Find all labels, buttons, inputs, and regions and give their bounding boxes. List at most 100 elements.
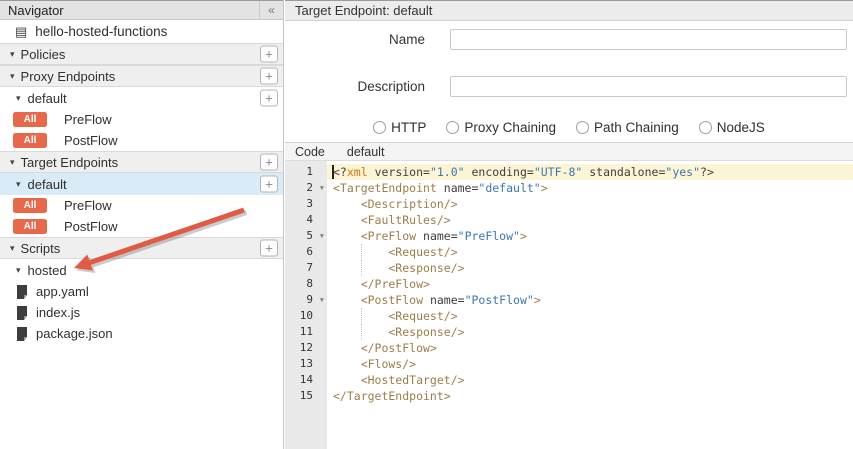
navigator-header: Navigator « <box>0 0 283 20</box>
proxy-name-label: hello-hosted-functions <box>35 24 167 39</box>
code-line[interactable]: 9▼ <PostFlow name="PostFlow"> <box>285 292 853 308</box>
file-icon <box>16 327 28 341</box>
line-number[interactable]: 13 <box>285 356 327 372</box>
code-line[interactable]: 4 <FaultRules/> <box>285 212 853 228</box>
chevron-down-icon[interactable]: ▾ <box>16 266 21 275</box>
chevron-down-icon[interactable]: ▾ <box>10 158 15 167</box>
flow-label: PostFlow <box>64 133 117 148</box>
fold-toggle-icon[interactable]: ▼ <box>320 228 324 244</box>
line-number[interactable]: 10 <box>285 308 327 324</box>
name-field[interactable] <box>450 29 847 50</box>
navigator-section-header[interactable]: ▾ Proxy Endpoints + <box>0 65 283 87</box>
file-item[interactable]: package.json <box>0 323 283 344</box>
line-number[interactable]: 1 <box>285 164 327 180</box>
indent-guide <box>361 324 362 340</box>
line-number[interactable]: 8 <box>285 276 327 292</box>
add-button[interactable]: + <box>260 90 278 107</box>
line-number[interactable]: 14 <box>285 372 327 388</box>
code-line[interactable]: 11 <Response/> <box>285 324 853 340</box>
add-button[interactable]: + <box>260 68 278 85</box>
code-line[interactable]: 1<?xml version="1.0" encoding="UTF-8" st… <box>285 164 853 180</box>
radio-option[interactable]: HTTP <box>373 120 426 135</box>
description-field[interactable] <box>450 76 847 97</box>
bundle-icon: ▤ <box>15 25 27 38</box>
all-condition-badge: All <box>13 133 47 148</box>
file-icon <box>16 306 28 320</box>
radio-circle-icon[interactable] <box>446 121 459 134</box>
line-number[interactable]: 6 <box>285 244 327 260</box>
navigator-node[interactable]: ▾ hosted <box>0 259 283 281</box>
chevron-down-icon[interactable]: ▾ <box>16 94 21 103</box>
radio-circle-icon[interactable] <box>576 121 589 134</box>
navigator-proxy-root[interactable]: ▤ hello-hosted-functions <box>0 20 283 43</box>
all-condition-badge: All <box>13 112 47 127</box>
target-type-radio-group: HTTP Proxy Chaining Path Chaining NodeJS <box>285 120 853 135</box>
radio-label: Path Chaining <box>594 120 679 135</box>
radio-option[interactable]: Path Chaining <box>576 120 679 135</box>
add-button[interactable]: + <box>260 154 278 171</box>
flow-item[interactable]: All PostFlow <box>0 130 283 151</box>
indent-guide <box>361 308 362 324</box>
fold-toggle-icon[interactable]: ▼ <box>320 292 324 308</box>
xml-code-editor[interactable]: 1<?xml version="1.0" encoding="UTF-8" st… <box>285 161 853 449</box>
chevron-down-icon[interactable]: ▾ <box>10 244 15 253</box>
flow-item[interactable]: All PostFlow <box>0 216 283 237</box>
target-endpoint-header: Target Endpoint: default <box>285 0 853 21</box>
add-button[interactable]: + <box>260 240 278 257</box>
file-icon <box>16 285 28 299</box>
navigator-section-header[interactable]: ▾ Policies + <box>0 43 283 65</box>
code-line[interactable]: 12 </PostFlow> <box>285 340 853 356</box>
radio-label: Proxy Chaining <box>464 120 556 135</box>
file-name-label: package.json <box>36 326 113 341</box>
code-line[interactable]: 3 <Description/> <box>285 196 853 212</box>
add-button[interactable]: + <box>260 176 278 193</box>
indent-guide <box>361 244 362 260</box>
radio-circle-icon[interactable] <box>373 121 386 134</box>
navigator-section-header[interactable]: ▾ Scripts + <box>0 237 283 259</box>
line-number[interactable]: 5▼ <box>285 228 327 244</box>
fold-toggle-icon[interactable]: ▼ <box>320 180 324 196</box>
chevron-down-icon[interactable]: ▾ <box>16 180 21 189</box>
line-number[interactable]: 7 <box>285 260 327 276</box>
code-line[interactable]: 5▼ <PreFlow name="PreFlow"> <box>285 228 853 244</box>
code-line[interactable]: 8 </PreFlow> <box>285 276 853 292</box>
radio-label: NodeJS <box>717 120 765 135</box>
line-number[interactable]: 11 <box>285 324 327 340</box>
text-cursor <box>332 165 334 179</box>
node-label: default <box>28 91 67 106</box>
file-item[interactable]: index.js <box>0 302 283 323</box>
navigator-node[interactable]: ▾ default + <box>0 173 283 195</box>
chevron-down-icon[interactable]: ▾ <box>10 50 15 59</box>
flow-item[interactable]: All PreFlow <box>0 195 283 216</box>
all-condition-badge: All <box>13 219 47 234</box>
line-number[interactable]: 3 <box>285 196 327 212</box>
radio-circle-icon[interactable] <box>699 121 712 134</box>
indent-guide <box>361 260 362 276</box>
navigator-node[interactable]: ▾ default + <box>0 87 283 109</box>
line-number[interactable]: 15 <box>285 388 327 404</box>
line-number[interactable]: 2▼ <box>285 180 327 196</box>
code-line[interactable]: 15</TargetEndpoint> <box>285 388 853 404</box>
flow-label: PreFlow <box>64 112 112 127</box>
radio-option[interactable]: NodeJS <box>699 120 765 135</box>
code-line[interactable]: 13 <Flows/> <box>285 356 853 372</box>
add-button[interactable]: + <box>260 46 278 63</box>
code-line[interactable]: 7 <Response/> <box>285 260 853 276</box>
code-line[interactable]: 10 <Request/> <box>285 308 853 324</box>
flow-item[interactable]: All PreFlow <box>0 109 283 130</box>
code-line[interactable]: 6 <Request/> <box>285 244 853 260</box>
line-number[interactable]: 4 <box>285 212 327 228</box>
name-field-label: Name <box>285 32 425 47</box>
navigator-section-header[interactable]: ▾ Target Endpoints + <box>0 151 283 173</box>
radio-option[interactable]: Proxy Chaining <box>446 120 556 135</box>
name-row: Name <box>285 28 853 50</box>
chevron-down-icon[interactable]: ▾ <box>10 72 15 81</box>
code-line[interactable]: 2▼<TargetEndpoint name="default"> <box>285 180 853 196</box>
line-number[interactable]: 12 <box>285 340 327 356</box>
target-endpoint-form: Name Description HTTP Proxy Chaining Pat… <box>285 21 853 142</box>
line-number[interactable]: 9▼ <box>285 292 327 308</box>
collapse-sidebar-button[interactable]: « <box>259 1 283 19</box>
file-item[interactable]: app.yaml <box>0 281 283 302</box>
section-label: Scripts <box>21 241 61 256</box>
code-line[interactable]: 14 <HostedTarget/> <box>285 372 853 388</box>
